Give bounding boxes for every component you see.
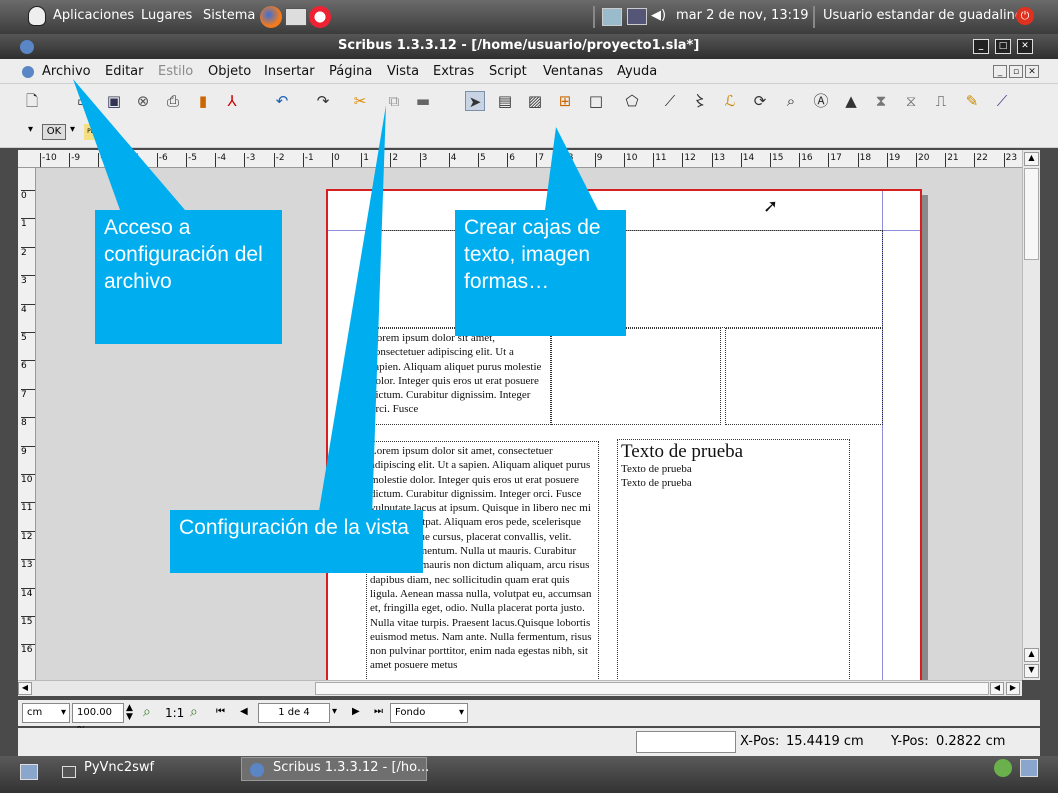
callout-pointer-vista (318, 105, 386, 517)
callout-vista: Configuración de la vista (170, 510, 423, 573)
callout-archivo: Acceso a configuración del archivo (95, 210, 282, 344)
callout-crear: Crear cajas de texto, imagen formas… (455, 210, 626, 336)
callout-pointer-archivo (73, 79, 185, 210)
callout-pointer-crear (545, 127, 598, 210)
callout-pointers (73, 79, 598, 517)
